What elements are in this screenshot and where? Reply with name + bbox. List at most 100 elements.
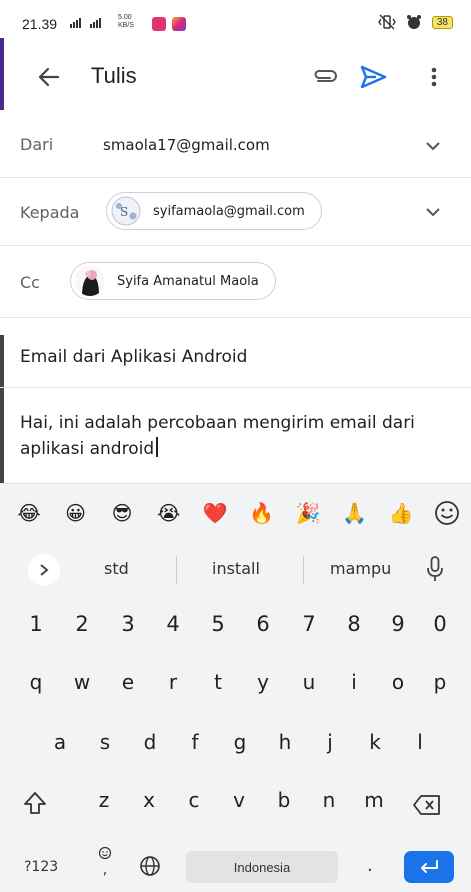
message-body-text: Hai, ini adalah percobaan mengirim email…	[20, 413, 415, 459]
period-key[interactable]: .	[367, 855, 373, 876]
key[interactable]: h	[265, 730, 305, 754]
emoji-key[interactable]: 🎉	[293, 498, 323, 528]
key[interactable]: 3	[108, 612, 148, 636]
suggestion[interactable]: std	[104, 559, 129, 578]
key[interactable]: k	[355, 730, 395, 754]
suggestion[interactable]: mampu	[330, 559, 391, 578]
key[interactable]: 6	[243, 612, 283, 636]
key[interactable]: y	[243, 670, 283, 694]
key[interactable]: l	[400, 730, 440, 754]
key[interactable]: p	[420, 670, 460, 694]
avatar: S	[111, 196, 141, 226]
to-label: Kepada	[20, 203, 80, 222]
key[interactable]: c	[174, 788, 214, 812]
key[interactable]: 0	[420, 612, 460, 636]
keyboard: 😂 😀 😎 😭 ❤️ 🔥 🎉 🙏 👍 std install mampu 1 2…	[0, 483, 471, 892]
avatar	[75, 266, 105, 296]
attach-icon[interactable]	[310, 62, 340, 92]
symbols-key[interactable]: ?123	[24, 859, 58, 875]
key[interactable]: m	[354, 788, 394, 812]
backspace-icon[interactable]	[412, 794, 442, 816]
key[interactable]: u	[289, 670, 329, 694]
key[interactable]: 1	[16, 612, 56, 636]
to-field[interactable]: Kepada S syifamaola@gmail.com	[0, 178, 471, 246]
key[interactable]: 9	[378, 612, 418, 636]
emoji-key[interactable]: 🔥	[247, 498, 277, 528]
from-value: smaola17@gmail.com	[103, 136, 270, 154]
signal-icon	[70, 18, 101, 28]
enter-icon	[421, 860, 438, 873]
smiley-icon	[98, 846, 112, 860]
emoji-comma-key[interactable]: ,	[93, 845, 117, 883]
from-field[interactable]: Dari smaola17@gmail.com	[0, 114, 471, 178]
cc-chip[interactable]: Syifa Amanatul Maola	[70, 262, 276, 300]
microphone-icon[interactable]	[426, 555, 444, 583]
instagram-icon	[172, 17, 186, 31]
emoji-key[interactable]: ❤️	[200, 498, 230, 528]
bottom-letter-row: z x c v b n m	[0, 788, 471, 836]
key[interactable]: 4	[153, 612, 193, 636]
key[interactable]: 7	[289, 612, 329, 636]
key[interactable]: 2	[62, 612, 102, 636]
key[interactable]: t	[198, 670, 238, 694]
space-bar[interactable]: Indonesia	[186, 851, 338, 883]
key[interactable]: b	[264, 788, 304, 812]
key[interactable]: j	[310, 730, 350, 754]
page-title: Tulis	[91, 63, 137, 88]
cc-chip-label: Syifa Amanatul Maola	[117, 273, 259, 289]
comma-key: ,	[102, 862, 108, 878]
key[interactable]: r	[153, 670, 193, 694]
chevron-right-icon	[40, 564, 49, 576]
more-vert-icon[interactable]	[424, 62, 444, 92]
globe-icon[interactable]	[139, 855, 161, 877]
status-time: 21.39	[22, 16, 58, 32]
chevron-down-icon[interactable]	[425, 141, 441, 151]
battery-indicator: 38	[431, 15, 453, 29]
cc-field[interactable]: Cc Syifa Amanatul Maola	[0, 246, 471, 318]
key[interactable]: o	[378, 670, 418, 694]
qwerty-row: q w e r t y u i o p	[0, 670, 471, 718]
app-bar: Tulis	[0, 52, 471, 104]
suggestion[interactable]: install	[212, 559, 260, 578]
send-icon[interactable]	[358, 62, 388, 92]
number-row: 1 2 3 4 5 6 7 8 9 0	[0, 612, 471, 660]
shift-icon[interactable]	[22, 790, 48, 816]
key[interactable]: 5	[198, 612, 238, 636]
key[interactable]: s	[85, 730, 125, 754]
key[interactable]: d	[130, 730, 170, 754]
key[interactable]: e	[108, 670, 148, 694]
suggestion-strip: std install mampu	[0, 544, 471, 596]
key[interactable]: g	[220, 730, 260, 754]
key[interactable]: q	[16, 670, 56, 694]
home-row: a s d f g h j k l	[0, 730, 471, 778]
emoji-key[interactable]: 😀	[61, 498, 91, 528]
key[interactable]: a	[40, 730, 80, 754]
status-bar: 21.39 5.00 KB/S 38	[0, 0, 471, 52]
message-body[interactable]: Hai, ini adalah percobaan mengirim email…	[20, 410, 450, 462]
emoji-key[interactable]: 🙏	[340, 498, 370, 528]
svg-text:S: S	[120, 205, 128, 219]
key[interactable]: n	[309, 788, 349, 812]
emoji-suggestions: 😂 😀 😎 😭 ❤️ 🔥 🎉 🙏 👍	[14, 498, 461, 528]
cc-label: Cc	[20, 273, 40, 292]
emoji-key[interactable]: 😂	[14, 498, 44, 528]
enter-key[interactable]	[404, 851, 454, 883]
vibrate-icon	[378, 14, 396, 30]
emoji-key[interactable]: 😎	[107, 498, 137, 528]
key[interactable]: 8	[334, 612, 374, 636]
expand-toolbar-button[interactable]	[28, 554, 60, 586]
subject-text: Email dari Aplikasi Android	[20, 347, 248, 367]
chevron-down-icon[interactable]	[425, 207, 441, 217]
key[interactable]: x	[129, 788, 169, 812]
recipient-chip[interactable]: S syifamaola@gmail.com	[106, 192, 322, 230]
emoji-keyboard-icon[interactable]	[433, 499, 461, 527]
key[interactable]: w	[62, 670, 102, 694]
key[interactable]: z	[84, 788, 124, 812]
back-arrow-icon[interactable]	[36, 64, 62, 90]
key[interactable]: i	[334, 670, 374, 694]
net-speed: 5.00 KB/S	[118, 14, 134, 29]
key[interactable]: v	[219, 788, 259, 812]
key[interactable]: f	[175, 730, 215, 754]
emoji-key[interactable]: 😭	[154, 498, 184, 528]
emoji-key[interactable]: 👍	[386, 498, 416, 528]
